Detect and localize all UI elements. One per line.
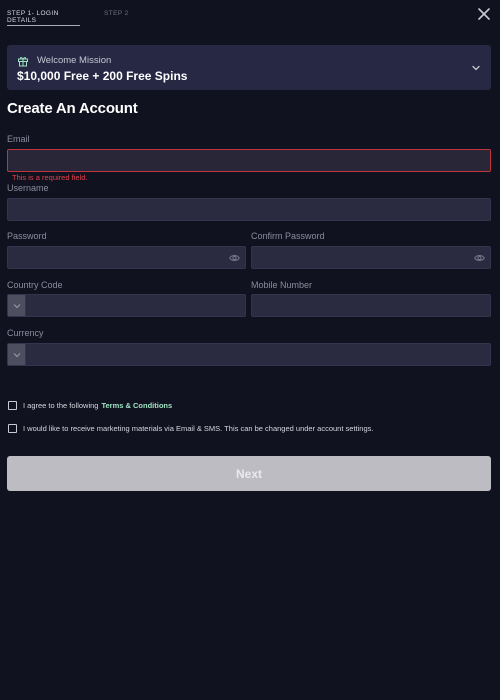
next-button[interactable]: Next — [7, 456, 491, 491]
registration-modal: STEP 1- LOGIN DETAILS STEP 2 Welcome Mis… — [0, 0, 500, 700]
terms-agreement-text: I agree to the following — [23, 401, 99, 410]
page-title: Create An Account — [7, 100, 138, 117]
confirm-password-label: Confirm Password — [251, 231, 325, 241]
terms-conditions-link[interactable]: Terms & Conditions — [101, 401, 172, 410]
currency-dropdown-button[interactable] — [8, 344, 26, 365]
email-field[interactable] — [7, 149, 491, 172]
currency-label: Currency — [7, 328, 44, 338]
terms-agreement-row: I agree to the following Terms & Conditio… — [8, 401, 172, 410]
password-field[interactable] — [7, 246, 246, 269]
email-error-message: This is a required field. — [12, 173, 88, 182]
email-label: Email — [7, 134, 30, 144]
currency-select[interactable] — [7, 343, 491, 366]
chevron-down-icon[interactable] — [471, 63, 481, 73]
country-code-select[interactable] — [7, 294, 246, 317]
gift-icon — [18, 57, 28, 67]
username-field[interactable] — [7, 198, 491, 221]
welcome-mission-banner[interactable]: Welcome Mission $10,000 Free + 200 Free … — [7, 45, 491, 90]
country-code-label: Country Code — [7, 280, 63, 290]
chevron-down-icon — [13, 353, 21, 358]
username-label: Username — [7, 183, 49, 193]
mission-label: Welcome Mission — [37, 55, 112, 66]
mobile-number-field[interactable] — [251, 294, 491, 317]
mission-title: $10,000 Free + 200 Free Spins — [17, 69, 188, 83]
mobile-number-label: Mobile Number — [251, 280, 313, 290]
eye-icon[interactable] — [229, 253, 240, 263]
terms-checkbox[interactable] — [8, 401, 17, 410]
country-code-dropdown-button[interactable] — [8, 295, 26, 316]
marketing-checkbox[interactable] — [8, 424, 17, 433]
step-tabs: STEP 1- LOGIN DETAILS STEP 2 — [7, 0, 129, 28]
tab-step-1[interactable]: STEP 1- LOGIN DETAILS — [7, 0, 80, 26]
confirm-password-field[interactable] — [251, 246, 491, 269]
eye-icon[interactable] — [474, 253, 485, 263]
chevron-down-icon — [13, 304, 21, 309]
password-label: Password — [7, 231, 47, 241]
close-icon[interactable] — [477, 7, 491, 21]
marketing-consent-row: I would like to receive marketing materi… — [8, 424, 373, 433]
marketing-consent-text: I would like to receive marketing materi… — [23, 424, 374, 433]
tab-step-2[interactable]: STEP 2 — [104, 0, 129, 26]
